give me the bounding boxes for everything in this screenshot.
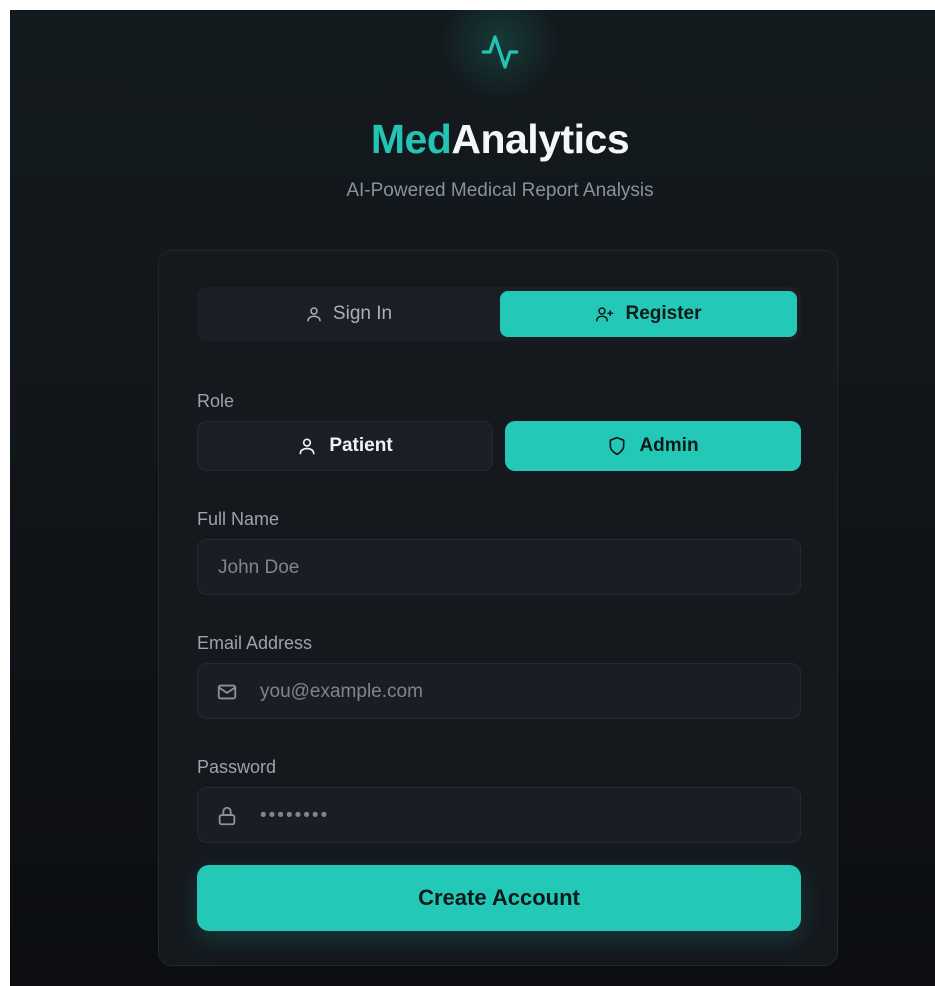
tab-register-label: Register <box>625 303 702 324</box>
app-title-accent: Med <box>370 116 452 162</box>
role-admin-button[interactable]: Admin <box>505 421 801 471</box>
shield-icon <box>609 436 625 456</box>
email-input[interactable] <box>258 664 786 720</box>
role-admin-label: Admin <box>639 435 699 456</box>
password-input[interactable] <box>258 788 786 844</box>
create-account-button[interactable]: Create Account <box>197 865 801 931</box>
role-patient-button[interactable]: Patient <box>197 421 493 471</box>
user-plus-icon <box>596 307 614 322</box>
password-field <box>197 787 801 844</box>
tab-sign-in[interactable]: Sign In <box>200 291 497 337</box>
email-field <box>197 663 801 720</box>
tab-sign-in-label: Sign In <box>332 303 393 324</box>
user-icon <box>307 307 321 322</box>
role-label: Role <box>197 391 235 411</box>
app-title: MedAnalytics <box>10 116 935 163</box>
email-label: Email Address <box>197 633 313 653</box>
auth-mode-toggle: Sign In Register <box>197 287 801 341</box>
tab-register[interactable]: Register <box>500 291 797 337</box>
user-icon <box>299 438 315 455</box>
full-name-input[interactable] <box>216 540 786 596</box>
full-name-label: Full Name <box>197 509 280 529</box>
mail-icon <box>217 684 237 700</box>
role-patient-label: Patient <box>329 435 393 456</box>
lock-icon <box>218 806 236 826</box>
app-screen: MedAnalytics AI-Powered Medical Report A… <box>10 10 935 986</box>
password-label: Password <box>197 757 277 777</box>
app-title-rest: Analytics <box>451 116 630 162</box>
app-tagline: AI-Powered Medical Report Analysis <box>346 180 654 201</box>
activity-pulse-icon <box>481 35 519 69</box>
full-name-field <box>197 539 801 596</box>
auth-card: Sign In Register Role Patient Admin Full… <box>158 250 838 966</box>
